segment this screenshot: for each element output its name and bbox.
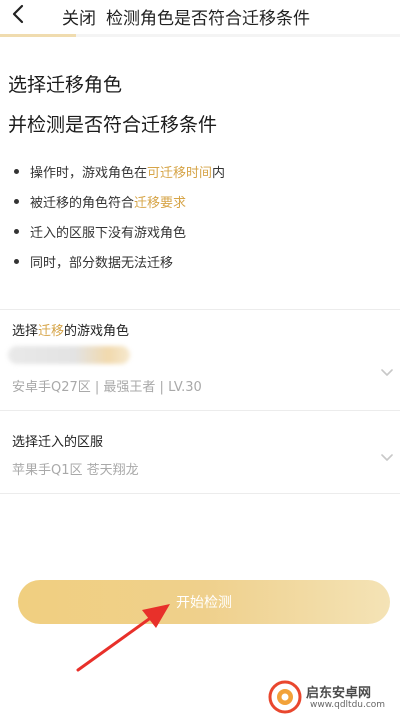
bullet-text: 操作时，游戏角色在 [30,165,148,181]
bullet-dot [14,258,19,264]
chevron-left-icon [12,4,24,24]
top-bar: 关闭 检测角色是否符合迁移条件 [0,0,400,34]
page-title: 检测角色是否符合迁移条件 [106,9,310,29]
bullet-highlight: 迁移要求 [134,195,187,211]
divider [0,493,400,494]
bullet-text: 同时，部分数据无法迁移 [30,255,174,271]
chevron-down-icon [381,369,393,376]
back-button[interactable] [10,4,38,28]
server-select[interactable]: 选择迁入的区服 苹果手Q1区 苍天翔龙 [0,411,400,493]
server-select-label: 选择迁入的区服 [12,435,104,450]
conditions-list: 操作时，游戏角色在 可迁移时间内 被迁移的角色符合 迁移要求 迁入的区服下没有游戏角… [14,156,394,276]
role-select-label: 选择迁移的游戏角色 [12,324,130,339]
list-item: 同时，部分数据无法迁移 [14,246,394,276]
header-underline-accent [0,34,76,37]
blurred-role-name [8,346,130,364]
bullet-dot [14,198,19,204]
chevron-down-icon [381,454,393,461]
watermark-logo-icon [268,680,302,714]
bullet-text: 被迁移的角色符合 [30,195,135,211]
bullet-text: 迁入的区服下没有游戏角色 [30,225,187,241]
bullet-highlight: 可迁移时间 [147,165,213,181]
bullet-dot [14,168,19,174]
header-underline [0,34,400,37]
bullet-text-tail: 内 [212,165,226,181]
server-select-value: 苹果手Q1区 苍天翔龙 [12,463,139,478]
main-title-line1: 选择迁移角色 [8,74,123,96]
watermark-text: 启东安卓网 [306,686,372,701]
bullet-dot [14,228,19,234]
watermark-url: www.qdltdu.com [310,700,386,710]
list-item: 迁入的区服下没有游戏角色 [14,216,394,246]
list-item: 操作时，游戏角色在 可迁移时间内 [14,156,394,186]
red-arrow-annotation [76,604,170,672]
main-title-line2: 并检测是否符合迁移条件 [8,114,218,136]
close-link[interactable]: 关闭 [62,4,96,29]
role-select-value: 安卓手Q27区 | 最强王者 | LV.30 [12,380,202,395]
list-item: 被迁移的角色符合 迁移要求 [14,186,394,216]
